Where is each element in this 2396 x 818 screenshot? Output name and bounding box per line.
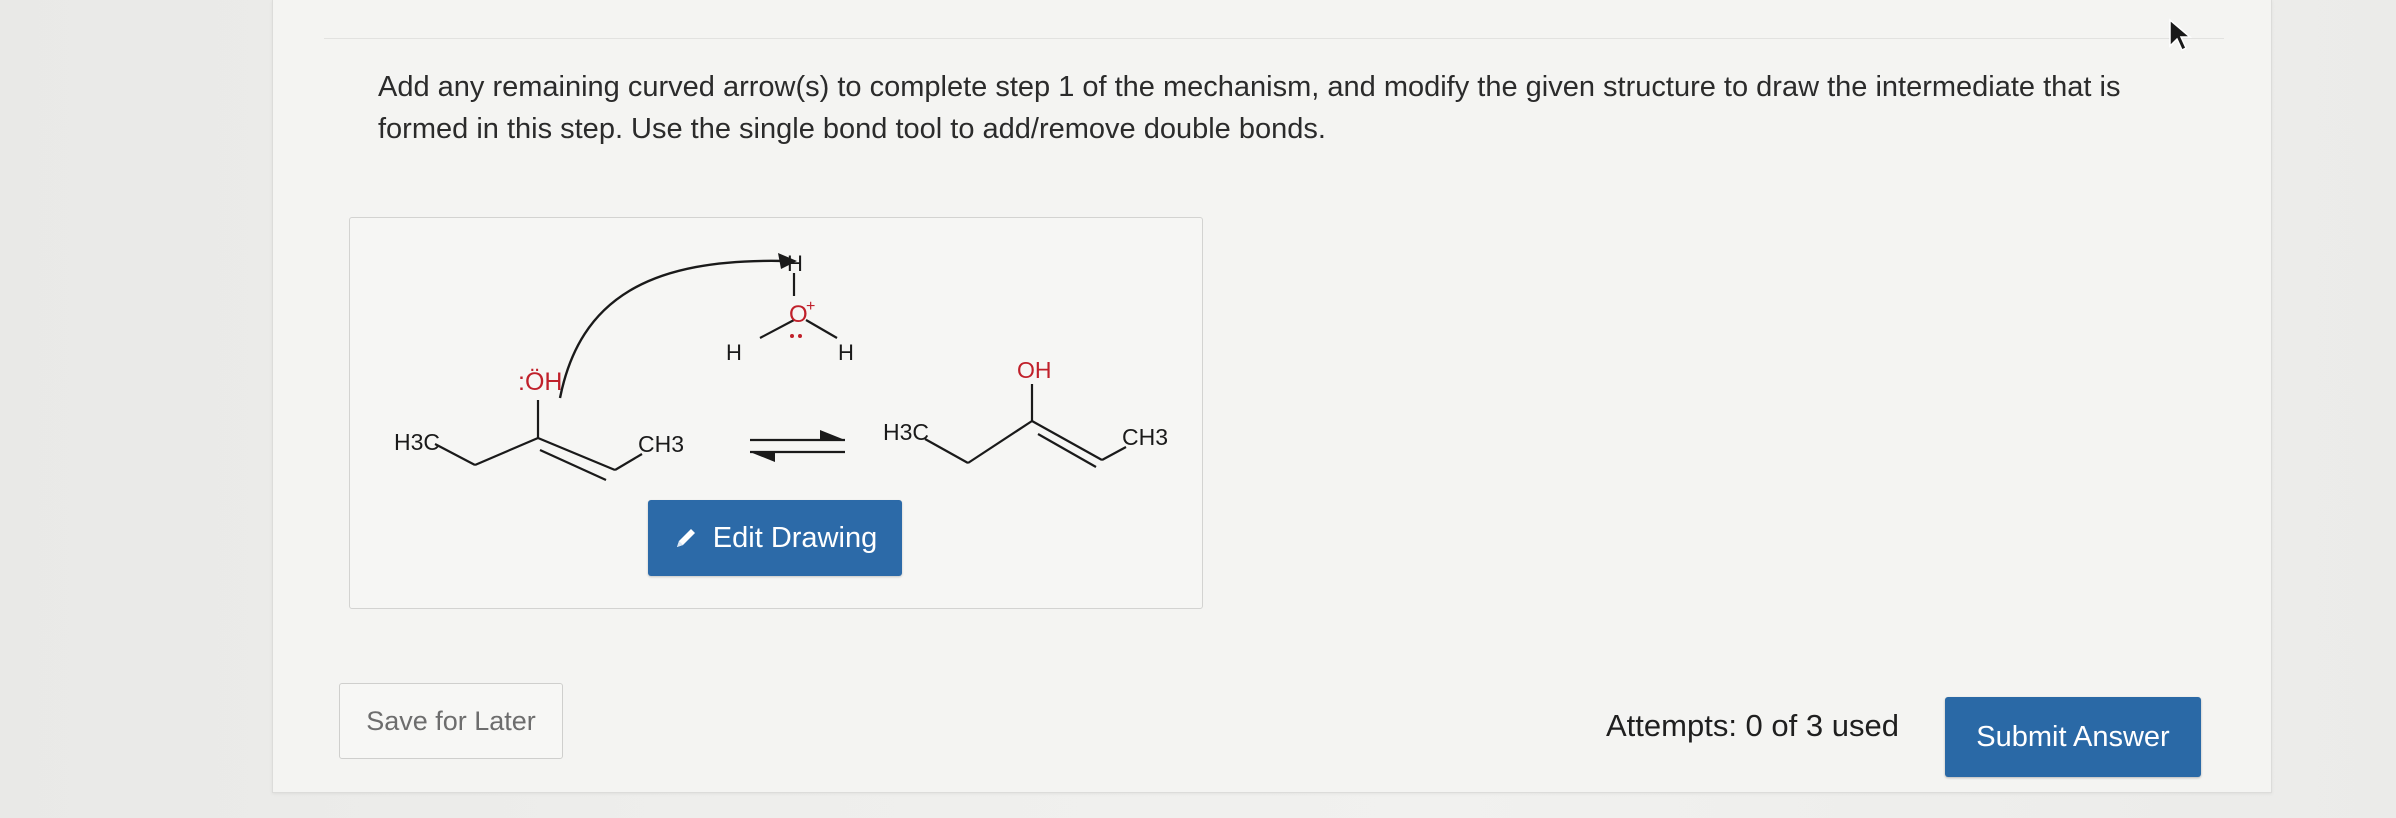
hydronium-oxygen: O (789, 301, 808, 328)
edit-drawing-label: Edit Drawing (712, 521, 878, 554)
reactant-right-group: CH3 (638, 431, 684, 457)
hydronium-charge: + (806, 298, 815, 315)
pencil-icon (676, 529, 695, 547)
product-hydroxyl: OH (1017, 357, 1052, 383)
reactant-hydroxyl: :ÖH (518, 368, 562, 396)
submit-answer-button[interactable]: Submit Answer (1945, 697, 2201, 777)
hydronium-h-left: H (726, 340, 742, 365)
mouse-cursor-icon (2169, 18, 2193, 52)
hydronium-h-right: H (838, 340, 854, 365)
save-for-later-button[interactable]: Save for Later (339, 683, 563, 759)
curved-arrow[interactable] (558, 259, 786, 399)
reactant-left-group: H3C (394, 429, 440, 455)
question-header-strip (324, 0, 2224, 39)
product-left-group: H3C (883, 419, 929, 445)
edit-drawing-button[interactable]: Edit Drawing (648, 500, 902, 576)
question-prompt: Add any remaining curved arrow(s) to com… (378, 71, 2121, 145)
hydronium-h-top: H (787, 251, 803, 276)
product-right-group: CH3 (1122, 424, 1168, 450)
attempts-counter: Attempts: 0 of 3 used (1606, 708, 1899, 743)
